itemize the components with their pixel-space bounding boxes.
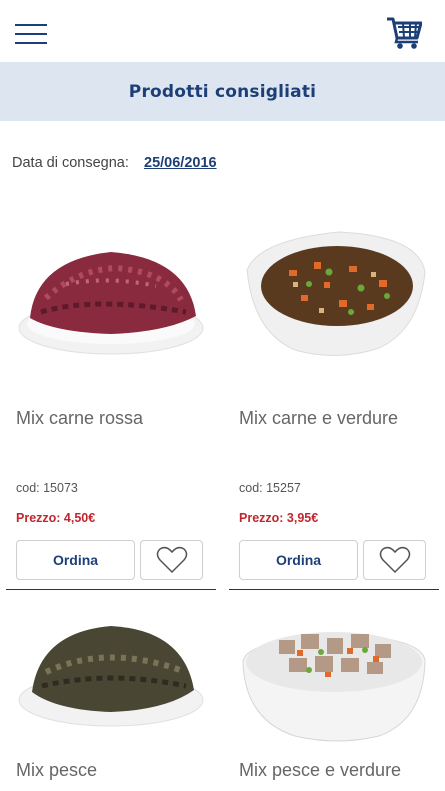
product-code: cod: 15257 (239, 481, 301, 495)
section-title: Prodotti consigliati (128, 81, 317, 102)
product-image[interactable] (6, 600, 216, 745)
product-name[interactable]: Mix pesce (16, 760, 97, 781)
product-card: Mix carne e verdure cod: 15257 Prezzo: 3… (229, 200, 439, 592)
top-bar (0, 0, 445, 62)
product-image[interactable] (6, 200, 216, 390)
product-price: Prezzo: 3,95€ (239, 511, 319, 525)
product-card: Mix pesce e verdure (229, 600, 439, 791)
card-divider (6, 589, 216, 590)
product-code: cod: 15073 (16, 481, 78, 495)
shopping-cart-icon[interactable] (386, 16, 422, 50)
delivery-label: Data di consegna: (12, 155, 129, 171)
hamburger-menu-icon[interactable] (15, 24, 47, 46)
heart-icon (156, 546, 187, 574)
card-divider (229, 589, 439, 590)
product-name[interactable]: Mix pesce e verdure (239, 760, 401, 781)
product-name[interactable]: Mix carne e verdure (239, 408, 398, 429)
product-name[interactable]: Mix carne rossa (16, 408, 143, 429)
order-button[interactable]: Ordina (239, 540, 358, 580)
product-image[interactable] (229, 200, 439, 390)
section-header: Prodotti consigliati (0, 62, 445, 121)
favorite-button[interactable] (140, 540, 203, 580)
favorite-button[interactable] (363, 540, 426, 580)
product-price: Prezzo: 4,50€ (16, 511, 96, 525)
product-image[interactable] (229, 600, 439, 745)
product-card: Mix pesce (6, 600, 216, 791)
order-button[interactable]: Ordina (16, 540, 135, 580)
delivery-date-link[interactable]: 25/06/2016 (144, 155, 217, 171)
delivery-row: Data di consegna: 25/06/2016 (12, 155, 217, 171)
heart-icon (379, 546, 410, 574)
product-card: Mix carne rossa cod: 15073 Prezzo: 4,50€… (6, 200, 216, 592)
